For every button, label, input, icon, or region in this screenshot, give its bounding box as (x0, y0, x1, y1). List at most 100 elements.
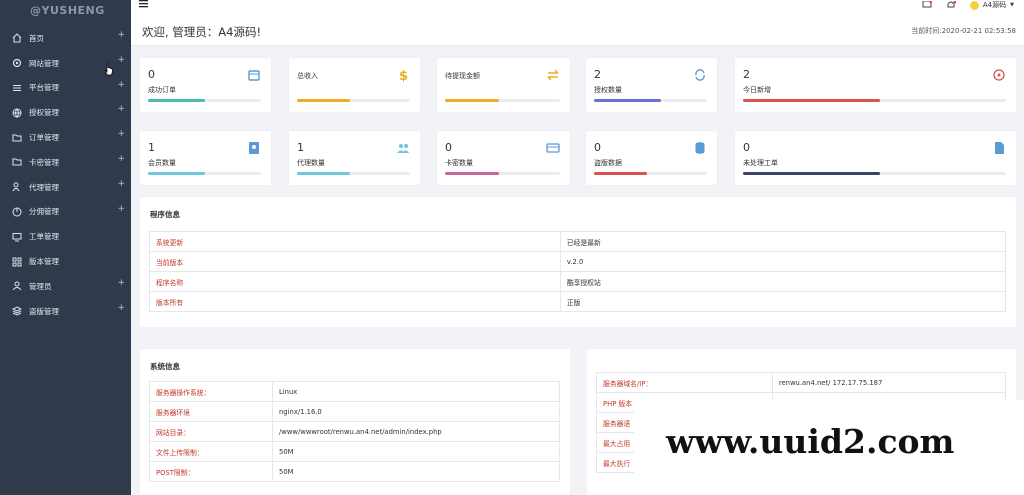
sidebar-item[interactable]: 分佣管理 + (0, 200, 131, 225)
row-key: 系统更新 (149, 231, 561, 252)
watermark: www.uuid2.com (634, 400, 1024, 495)
sidebar-item-label: 卡密管理 (29, 157, 59, 167)
stat-progress (445, 172, 560, 175)
stat-label: 总收入 (297, 72, 318, 80)
chevron-down-icon: ▼ (1010, 2, 1014, 8)
stat-progress-fill (297, 172, 351, 175)
row-value: nginx/1.16.0 (272, 401, 560, 422)
expand-icon[interactable]: + (117, 204, 125, 214)
sidebar-item[interactable]: 授权管理 + (0, 100, 131, 125)
table-row: 服务器操作系统： Linux (149, 381, 560, 402)
row-key: 版本所有 (149, 291, 561, 312)
grid-icon (12, 257, 22, 267)
sidebar-item-label: 平台管理 (29, 83, 59, 93)
stat-value: 1 (148, 141, 155, 154)
sidebar-item[interactable]: 盗版管理 + (0, 299, 131, 324)
stat-label: 代理数量 (297, 159, 325, 167)
row-value: 已经是最新 (559, 231, 1007, 252)
stat-progress-fill (148, 99, 205, 102)
expand-icon[interactable]: + (117, 129, 125, 139)
expand-icon[interactable]: + (117, 303, 125, 313)
file-icon (995, 142, 1004, 154)
table-row: 版本所有 正版 (149, 291, 1007, 312)
current-time: 当前时间:2020-02-21 02:53:58 (911, 27, 1016, 35)
stat-progress (148, 99, 261, 102)
row-key: 网站目录： (149, 421, 273, 442)
stat-progress (594, 172, 707, 175)
stat-label: 未处理工单 (743, 159, 778, 167)
row-key: POST限制： (149, 461, 273, 482)
user-menu[interactable]: A4源码 ▼ (969, 0, 1014, 10)
refresh-icon (695, 69, 705, 81)
stat-label: 卡密数量 (445, 159, 473, 167)
row-key: 程序名称 (149, 271, 561, 292)
sidebar-item[interactable]: 订单管理 + (0, 125, 131, 150)
stat-label: 今日新增 (743, 86, 771, 94)
row-key: 服务器域名/IP： (596, 372, 773, 393)
row-value: /www/wwwroot/renwu.an4.net/admin/index.p… (272, 421, 560, 442)
sidebar-item[interactable]: 工单管理 (0, 224, 131, 249)
calendar-icon (248, 70, 260, 81)
folder-icon (12, 134, 22, 142)
stat-progress-fill (445, 172, 500, 175)
bell-icon[interactable] (946, 1, 956, 9)
stat-card: 2 授权数量 (586, 58, 717, 112)
mouse-cursor-icon (104, 63, 113, 76)
stat-value: 2 (743, 68, 750, 81)
row-value: Linux (272, 381, 560, 402)
group-icon (397, 144, 409, 153)
message-icon[interactable] (922, 1, 932, 9)
sidebar-item[interactable]: 首页 + (0, 26, 131, 51)
user-name: A4源码 (982, 1, 1007, 9)
stat-progress (297, 99, 410, 102)
folder-icon (12, 158, 22, 166)
row-value: 正版 (559, 291, 1007, 312)
sidebar-item[interactable]: 平台管理 + (0, 76, 131, 101)
stat-card: 0 卡密数量 (437, 131, 570, 185)
sidebar-item[interactable]: 代理管理 + (0, 175, 131, 200)
expand-icon[interactable]: + (117, 154, 125, 164)
expand-icon[interactable]: + (117, 179, 125, 189)
sidebar-item-label: 版本管理 (29, 257, 59, 267)
sidebar-item[interactable]: 版本管理 (0, 249, 131, 274)
user-icon (12, 281, 22, 291)
exchange-icon (547, 69, 559, 81)
stat-label: 待提现金额 (445, 72, 480, 80)
sidebar-item-label: 授权管理 (29, 108, 59, 118)
row-value: 酷享授权站 (559, 271, 1007, 292)
list-icon (13, 84, 21, 91)
stat-progress (297, 172, 410, 175)
stat-card: 2 今日新增 (735, 58, 1016, 112)
stat-label: 会员数量 (148, 159, 176, 167)
expand-icon[interactable]: + (117, 278, 125, 288)
system-info-table: 服务器操作系统： Linux 服务器环境 nginx/1.16.0 网站目录：/www/… (149, 381, 560, 482)
stat-progress (148, 172, 261, 175)
stat-value: 0 (445, 141, 452, 154)
expand-icon[interactable]: + (117, 104, 125, 114)
stat-card: 0 盗版数据 (586, 131, 717, 185)
table-row: 当前版本 v.2.0 (149, 251, 1007, 272)
row-key: 当前版本 (149, 251, 561, 272)
expand-icon[interactable]: + (117, 80, 125, 90)
hamburger-icon[interactable] (139, 0, 149, 9)
users-icon (12, 182, 20, 192)
stat-label: 盗版数据 (594, 159, 622, 167)
watermark-text: www.uuid2.com (666, 422, 955, 461)
expand-icon[interactable]: + (117, 30, 125, 40)
stat-progress-fill (148, 172, 205, 175)
avatar (969, 0, 979, 10)
stat-progress (445, 99, 560, 102)
app-logo: @YUSHENG (30, 4, 105, 17)
welcome-text: 欢迎, 管理员：A4源码! (142, 25, 262, 39)
table-row: 系统更新 已经是最新 (149, 231, 1007, 252)
expand-icon[interactable]: + (117, 55, 125, 65)
sidebar-item[interactable]: 管理员 + (0, 274, 131, 299)
stat-progress-fill (743, 99, 880, 102)
stat-progress (743, 99, 1006, 102)
row-key: 服务器环境 (149, 401, 273, 422)
system-info-title: 系统信息 (150, 362, 180, 371)
stat-label: 成功订单 (148, 86, 176, 94)
sidebar-item[interactable]: 卡密管理 + (0, 150, 131, 175)
card-icon (546, 143, 560, 153)
stat-value: 0 (594, 141, 601, 154)
